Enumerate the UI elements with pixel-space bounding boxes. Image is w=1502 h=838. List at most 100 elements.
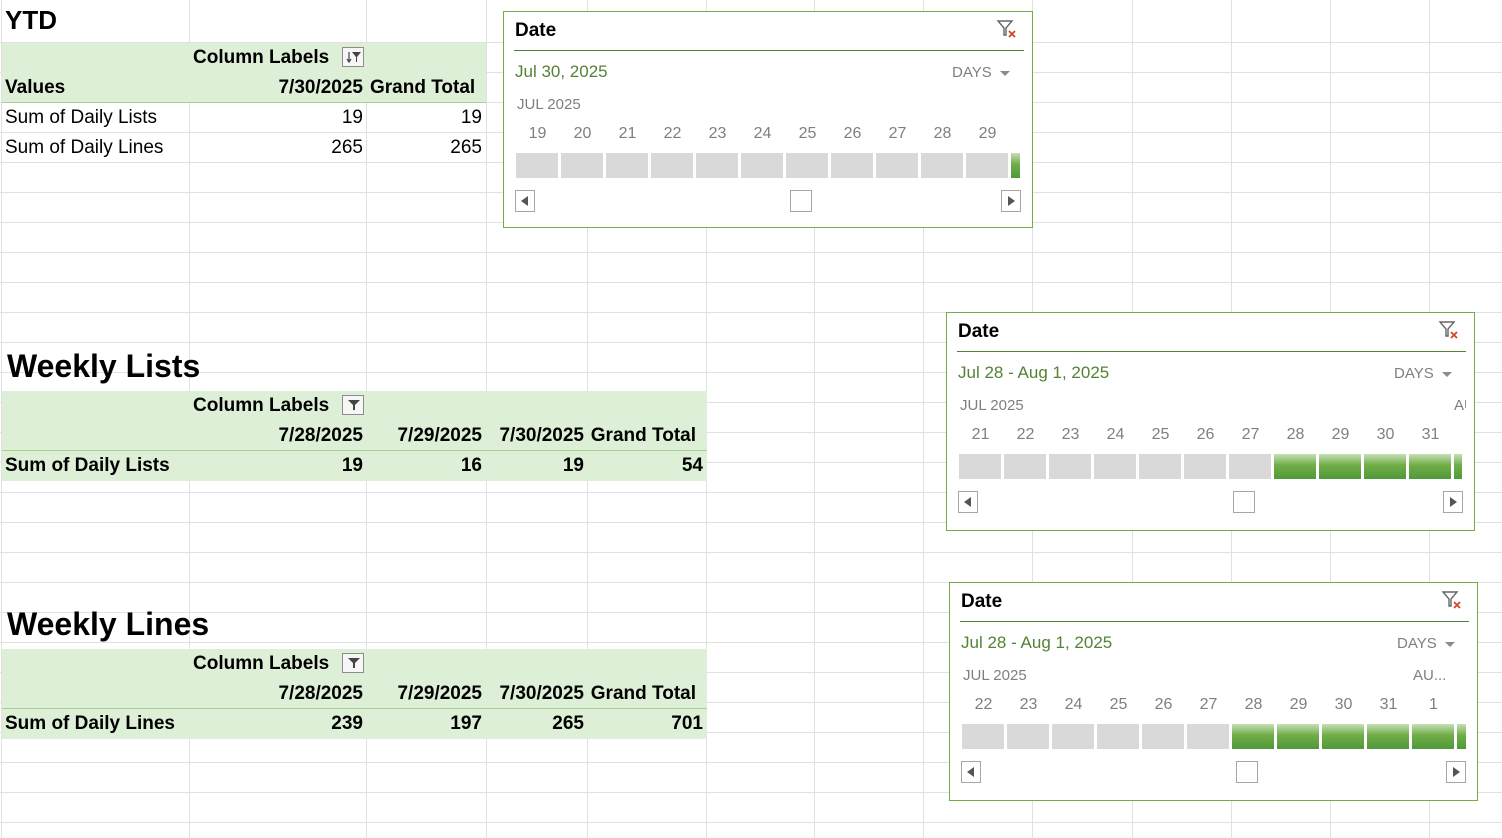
- day-tile[interactable]: [651, 153, 693, 178]
- day-tile[interactable]: [831, 153, 873, 178]
- scroll-left-button[interactable]: [961, 761, 981, 783]
- grid-row-line: [0, 282, 1502, 283]
- day-tile[interactable]: [876, 153, 918, 178]
- day-tile[interactable]: [1052, 724, 1094, 749]
- month-label: JUL 2025: [517, 96, 581, 113]
- day-label: 25: [1151, 426, 1170, 443]
- time-level-dropdown[interactable]: DAYS: [1394, 365, 1452, 382]
- weekly-lines-value: 197: [450, 713, 482, 734]
- day-tile[interactable]: [962, 724, 1004, 749]
- chevron-right-icon: [1008, 196, 1015, 206]
- scroll-left-button[interactable]: [958, 491, 978, 513]
- day-tile[interactable]: [696, 153, 738, 178]
- day-tile[interactable]: [1049, 454, 1091, 479]
- chevron-left-icon: [521, 196, 528, 206]
- day-track[interactable]: 19 20 21 22 23 24 25 26 27 28 29 30: [515, 125, 1020, 185]
- day-tile[interactable]: [1097, 724, 1139, 749]
- day-label: 27: [1199, 696, 1218, 713]
- ytd-title: YTD: [5, 5, 57, 35]
- slicer-title: Date: [515, 20, 557, 41]
- scroll-right-button[interactable]: [1443, 491, 1463, 513]
- day-tile[interactable]: [561, 153, 603, 178]
- scrollbar-thumb[interactable]: [790, 190, 812, 212]
- weekly-lists-col: 7/30/2025: [499, 425, 584, 446]
- chevron-down-icon: [1441, 371, 1452, 377]
- weekly-lists-filter-button[interactable]: [342, 395, 364, 415]
- day-tile[interactable]: [1367, 724, 1409, 749]
- date-timeline-slicer[interactable]: Date Jul 28 - Aug 1, 2025 DAYS JUL 2025 AU..…: [949, 582, 1478, 801]
- slicer-title-rule: [514, 50, 1024, 51]
- sort-filter-icon: [346, 52, 361, 64]
- day-label: 24: [1106, 426, 1125, 443]
- day-tile[interactable]: [1412, 724, 1454, 749]
- scroll-right-button[interactable]: [1446, 761, 1466, 783]
- day-tile[interactable]: [1409, 454, 1451, 479]
- day-tile[interactable]: [1004, 454, 1046, 479]
- weekly-lists-col: 7/28/2025: [278, 425, 363, 446]
- day-tile[interactable]: [921, 153, 963, 178]
- day-label: 24: [1064, 696, 1083, 713]
- scrollbar-thumb[interactable]: [1233, 491, 1255, 513]
- day-tile[interactable]: [1364, 454, 1406, 479]
- day-label: 29: [1289, 696, 1308, 713]
- scrollbar-thumb[interactable]: [1236, 761, 1258, 783]
- day-label: 20: [573, 125, 592, 142]
- day-tile[interactable]: [516, 153, 558, 178]
- day-label: 21: [971, 426, 990, 443]
- weekly-lists-value: 19: [562, 455, 584, 476]
- day-tile[interactable]: [1142, 724, 1184, 749]
- weekly-lines-value: 265: [552, 713, 584, 734]
- chevron-right-icon: [1450, 497, 1457, 507]
- weekly-lists-value: 19: [341, 455, 363, 476]
- day-tile[interactable]: [1139, 454, 1181, 479]
- day-tile[interactable]: [1274, 454, 1316, 479]
- clear-filter-icon[interactable]: [996, 18, 1018, 40]
- day-label: 24: [753, 125, 772, 142]
- time-level-dropdown[interactable]: DAYS: [1397, 635, 1455, 652]
- day-tile[interactable]: [1277, 724, 1319, 749]
- clear-filter-icon[interactable]: [1438, 319, 1460, 341]
- weekly-lines-filter-button[interactable]: [342, 653, 364, 673]
- day-tile[interactable]: [1094, 454, 1136, 479]
- day-track[interactable]: 21 22 23 24 25 26 27 28 29 30 31 1: [958, 426, 1462, 486]
- day-label: 22: [663, 125, 682, 142]
- day-tile[interactable]: [966, 153, 1008, 178]
- day-tile[interactable]: [1232, 724, 1274, 749]
- clear-filter-icon[interactable]: [1441, 589, 1463, 611]
- weekly-lists-row-label: Sum of Daily Lists: [5, 455, 170, 476]
- day-tile[interactable]: [1457, 724, 1466, 749]
- day-label: 19: [528, 125, 547, 142]
- selected-range-label: Jul 28 - Aug 1, 2025: [958, 363, 1110, 382]
- weekly-lists-value: 16: [460, 455, 482, 476]
- day-tile[interactable]: [959, 454, 1001, 479]
- time-level-label: DAYS: [1394, 365, 1434, 382]
- time-level-dropdown[interactable]: DAYS: [952, 64, 1010, 81]
- day-tile[interactable]: [1319, 454, 1361, 479]
- day-tile[interactable]: [1322, 724, 1364, 749]
- scroll-left-button[interactable]: [515, 190, 535, 212]
- weekly-lines-value: 701: [671, 713, 703, 734]
- day-tile[interactable]: [1011, 153, 1020, 178]
- day-tile[interactable]: [1007, 724, 1049, 749]
- ytd-sort-filter-button[interactable]: [342, 47, 364, 67]
- day-tile[interactable]: [1229, 454, 1271, 479]
- day-tile[interactable]: [786, 153, 828, 178]
- filter-icon: [348, 658, 360, 668]
- grid-row-line: [0, 252, 1502, 253]
- day-track[interactable]: 22 23 24 25 26 27 28 29 30 31 1 2: [961, 696, 1466, 756]
- day-label: 2: [1456, 696, 1466, 714]
- day-tile[interactable]: [1184, 454, 1226, 479]
- scroll-right-button[interactable]: [1001, 190, 1021, 212]
- slicer-title: Date: [961, 591, 1003, 612]
- day-tile[interactable]: [1454, 454, 1462, 479]
- weekly-lines-col: Grand Total: [590, 683, 696, 704]
- weekly-lists-col: 7/29/2025: [397, 425, 482, 446]
- day-label: 28: [1286, 426, 1305, 443]
- day-label: 26: [1154, 696, 1173, 713]
- day-tile[interactable]: [1187, 724, 1229, 749]
- day-tile[interactable]: [741, 153, 783, 178]
- filter-icon: [348, 400, 360, 410]
- date-timeline-slicer[interactable]: Date Jul 28 - Aug 1, 2025 DAYS JUL 2025 AUG …: [946, 312, 1475, 531]
- date-timeline-slicer[interactable]: Date Jul 30, 2025 DAYS JUL 2025 19 20 21 22 23 24…: [503, 11, 1033, 228]
- day-tile[interactable]: [606, 153, 648, 178]
